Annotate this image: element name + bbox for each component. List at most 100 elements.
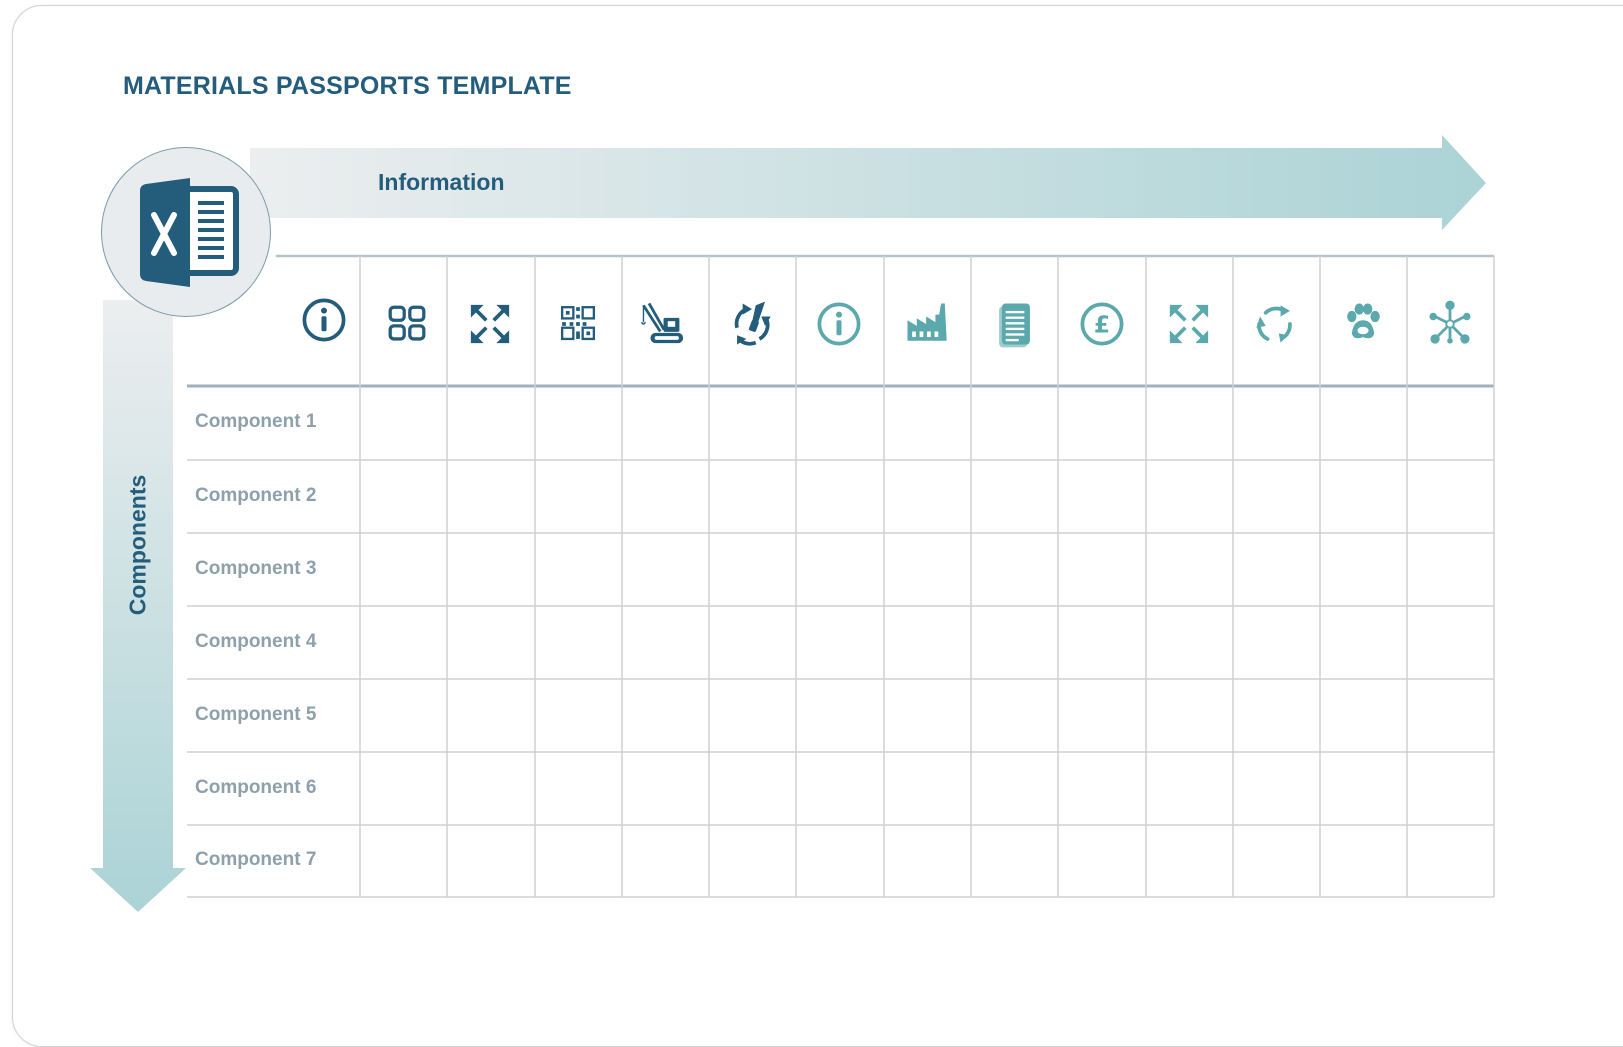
table-cell[interactable] xyxy=(623,387,708,459)
table-cell[interactable] xyxy=(972,607,1057,678)
table-cell[interactable] xyxy=(448,461,534,532)
table-cell[interactable] xyxy=(797,607,883,678)
table-cell[interactable] xyxy=(361,680,446,751)
table-cell[interactable] xyxy=(1321,534,1406,605)
table-cell[interactable] xyxy=(1408,461,1493,532)
table-cell[interactable] xyxy=(1059,387,1145,459)
table-cell[interactable] xyxy=(797,461,883,532)
table-cell[interactable] xyxy=(885,461,970,532)
table-cell[interactable] xyxy=(623,826,708,896)
table-cell[interactable] xyxy=(797,753,883,824)
table-cell[interactable] xyxy=(1408,387,1493,459)
table-cell[interactable] xyxy=(1234,607,1319,678)
table-cell[interactable] xyxy=(710,826,795,896)
table-cell[interactable] xyxy=(1408,534,1493,605)
expand-arrows-icon xyxy=(470,304,510,344)
table-cell[interactable] xyxy=(1147,607,1232,678)
table-cell[interactable] xyxy=(536,387,621,459)
table-cell[interactable] xyxy=(972,534,1057,605)
table-cell[interactable] xyxy=(448,534,534,605)
table-cell[interactable] xyxy=(536,753,621,824)
table-cell[interactable] xyxy=(710,753,795,824)
table-cell[interactable] xyxy=(972,826,1057,896)
column-header-icon xyxy=(377,294,437,354)
table-cell[interactable] xyxy=(536,680,621,751)
table-cell[interactable] xyxy=(1321,387,1406,459)
table-cell[interactable] xyxy=(710,387,795,459)
table-cell[interactable] xyxy=(1408,607,1493,678)
table-cell[interactable] xyxy=(1321,826,1406,896)
table-cell[interactable] xyxy=(1059,607,1145,678)
table-cell[interactable] xyxy=(1321,753,1406,824)
table-cell[interactable] xyxy=(448,826,534,896)
table-cell[interactable] xyxy=(885,534,970,605)
table-cell[interactable] xyxy=(797,534,883,605)
table-cell[interactable] xyxy=(1147,753,1232,824)
table-cell[interactable] xyxy=(1059,826,1145,896)
row-label: Component 1 xyxy=(195,411,317,432)
column-header-icon xyxy=(722,294,782,354)
row-label: Component 7 xyxy=(195,849,317,870)
table-cell[interactable] xyxy=(710,607,795,678)
row-label: Component 6 xyxy=(195,776,317,798)
table-cell[interactable] xyxy=(1234,826,1319,896)
table-cell[interactable] xyxy=(361,826,446,896)
table-cell[interactable] xyxy=(536,534,621,605)
table-cell[interactable] xyxy=(1147,826,1232,896)
table-cell[interactable] xyxy=(885,607,970,678)
table-cell[interactable] xyxy=(623,753,708,824)
table-cell[interactable] xyxy=(885,826,970,896)
table-cell[interactable] xyxy=(1147,534,1232,605)
table-cell[interactable] xyxy=(448,680,534,751)
table-cell[interactable] xyxy=(1321,461,1406,532)
column-header-icon xyxy=(1245,294,1305,354)
table-cell[interactable] xyxy=(623,534,708,605)
table-cell[interactable] xyxy=(536,826,621,896)
table-cell[interactable] xyxy=(1408,680,1493,751)
table-cell[interactable] xyxy=(1147,461,1232,532)
table-cell[interactable] xyxy=(1321,607,1406,678)
table-cell[interactable] xyxy=(361,461,446,532)
table-cell[interactable] xyxy=(1234,534,1319,605)
table-cell[interactable] xyxy=(972,680,1057,751)
table-cell[interactable] xyxy=(885,753,970,824)
table-cell[interactable] xyxy=(536,607,621,678)
table-cell[interactable] xyxy=(797,680,883,751)
table-cell[interactable] xyxy=(361,534,446,605)
table-cell[interactable] xyxy=(623,680,708,751)
table-cell[interactable] xyxy=(448,387,534,459)
table-cell[interactable] xyxy=(1234,753,1319,824)
table-cell[interactable] xyxy=(710,534,795,605)
table-cell[interactable] xyxy=(1059,534,1145,605)
table-cell[interactable] xyxy=(972,753,1057,824)
table-cell[interactable] xyxy=(623,607,708,678)
table-cell[interactable] xyxy=(1234,680,1319,751)
table-cell[interactable] xyxy=(361,753,446,824)
crane-icon xyxy=(640,302,684,344)
table-cell[interactable] xyxy=(1059,753,1145,824)
table-cell[interactable] xyxy=(536,461,621,532)
table-cell[interactable] xyxy=(448,753,534,824)
table-cell[interactable] xyxy=(623,461,708,532)
table-cell[interactable] xyxy=(1234,461,1319,532)
table-cell[interactable] xyxy=(797,387,883,459)
table-cell[interactable] xyxy=(1408,753,1493,824)
table-cell[interactable] xyxy=(361,607,446,678)
table-cell[interactable] xyxy=(1234,387,1319,459)
table-cell[interactable] xyxy=(361,387,446,459)
table-cell[interactable] xyxy=(1321,680,1406,751)
table-cell[interactable] xyxy=(1408,826,1493,896)
table-cell[interactable] xyxy=(710,461,795,532)
table-cell[interactable] xyxy=(885,680,970,751)
table-cell[interactable] xyxy=(1147,387,1232,459)
table-cell[interactable] xyxy=(1147,680,1232,751)
table-cell[interactable] xyxy=(885,387,970,459)
column-header-icon xyxy=(809,294,869,354)
table-cell[interactable] xyxy=(710,680,795,751)
table-cell[interactable] xyxy=(972,461,1057,532)
table-cell[interactable] xyxy=(448,607,534,678)
table-cell[interactable] xyxy=(797,826,883,896)
table-cell[interactable] xyxy=(972,387,1057,459)
table-cell[interactable] xyxy=(1059,680,1145,751)
table-cell[interactable] xyxy=(1059,461,1145,532)
